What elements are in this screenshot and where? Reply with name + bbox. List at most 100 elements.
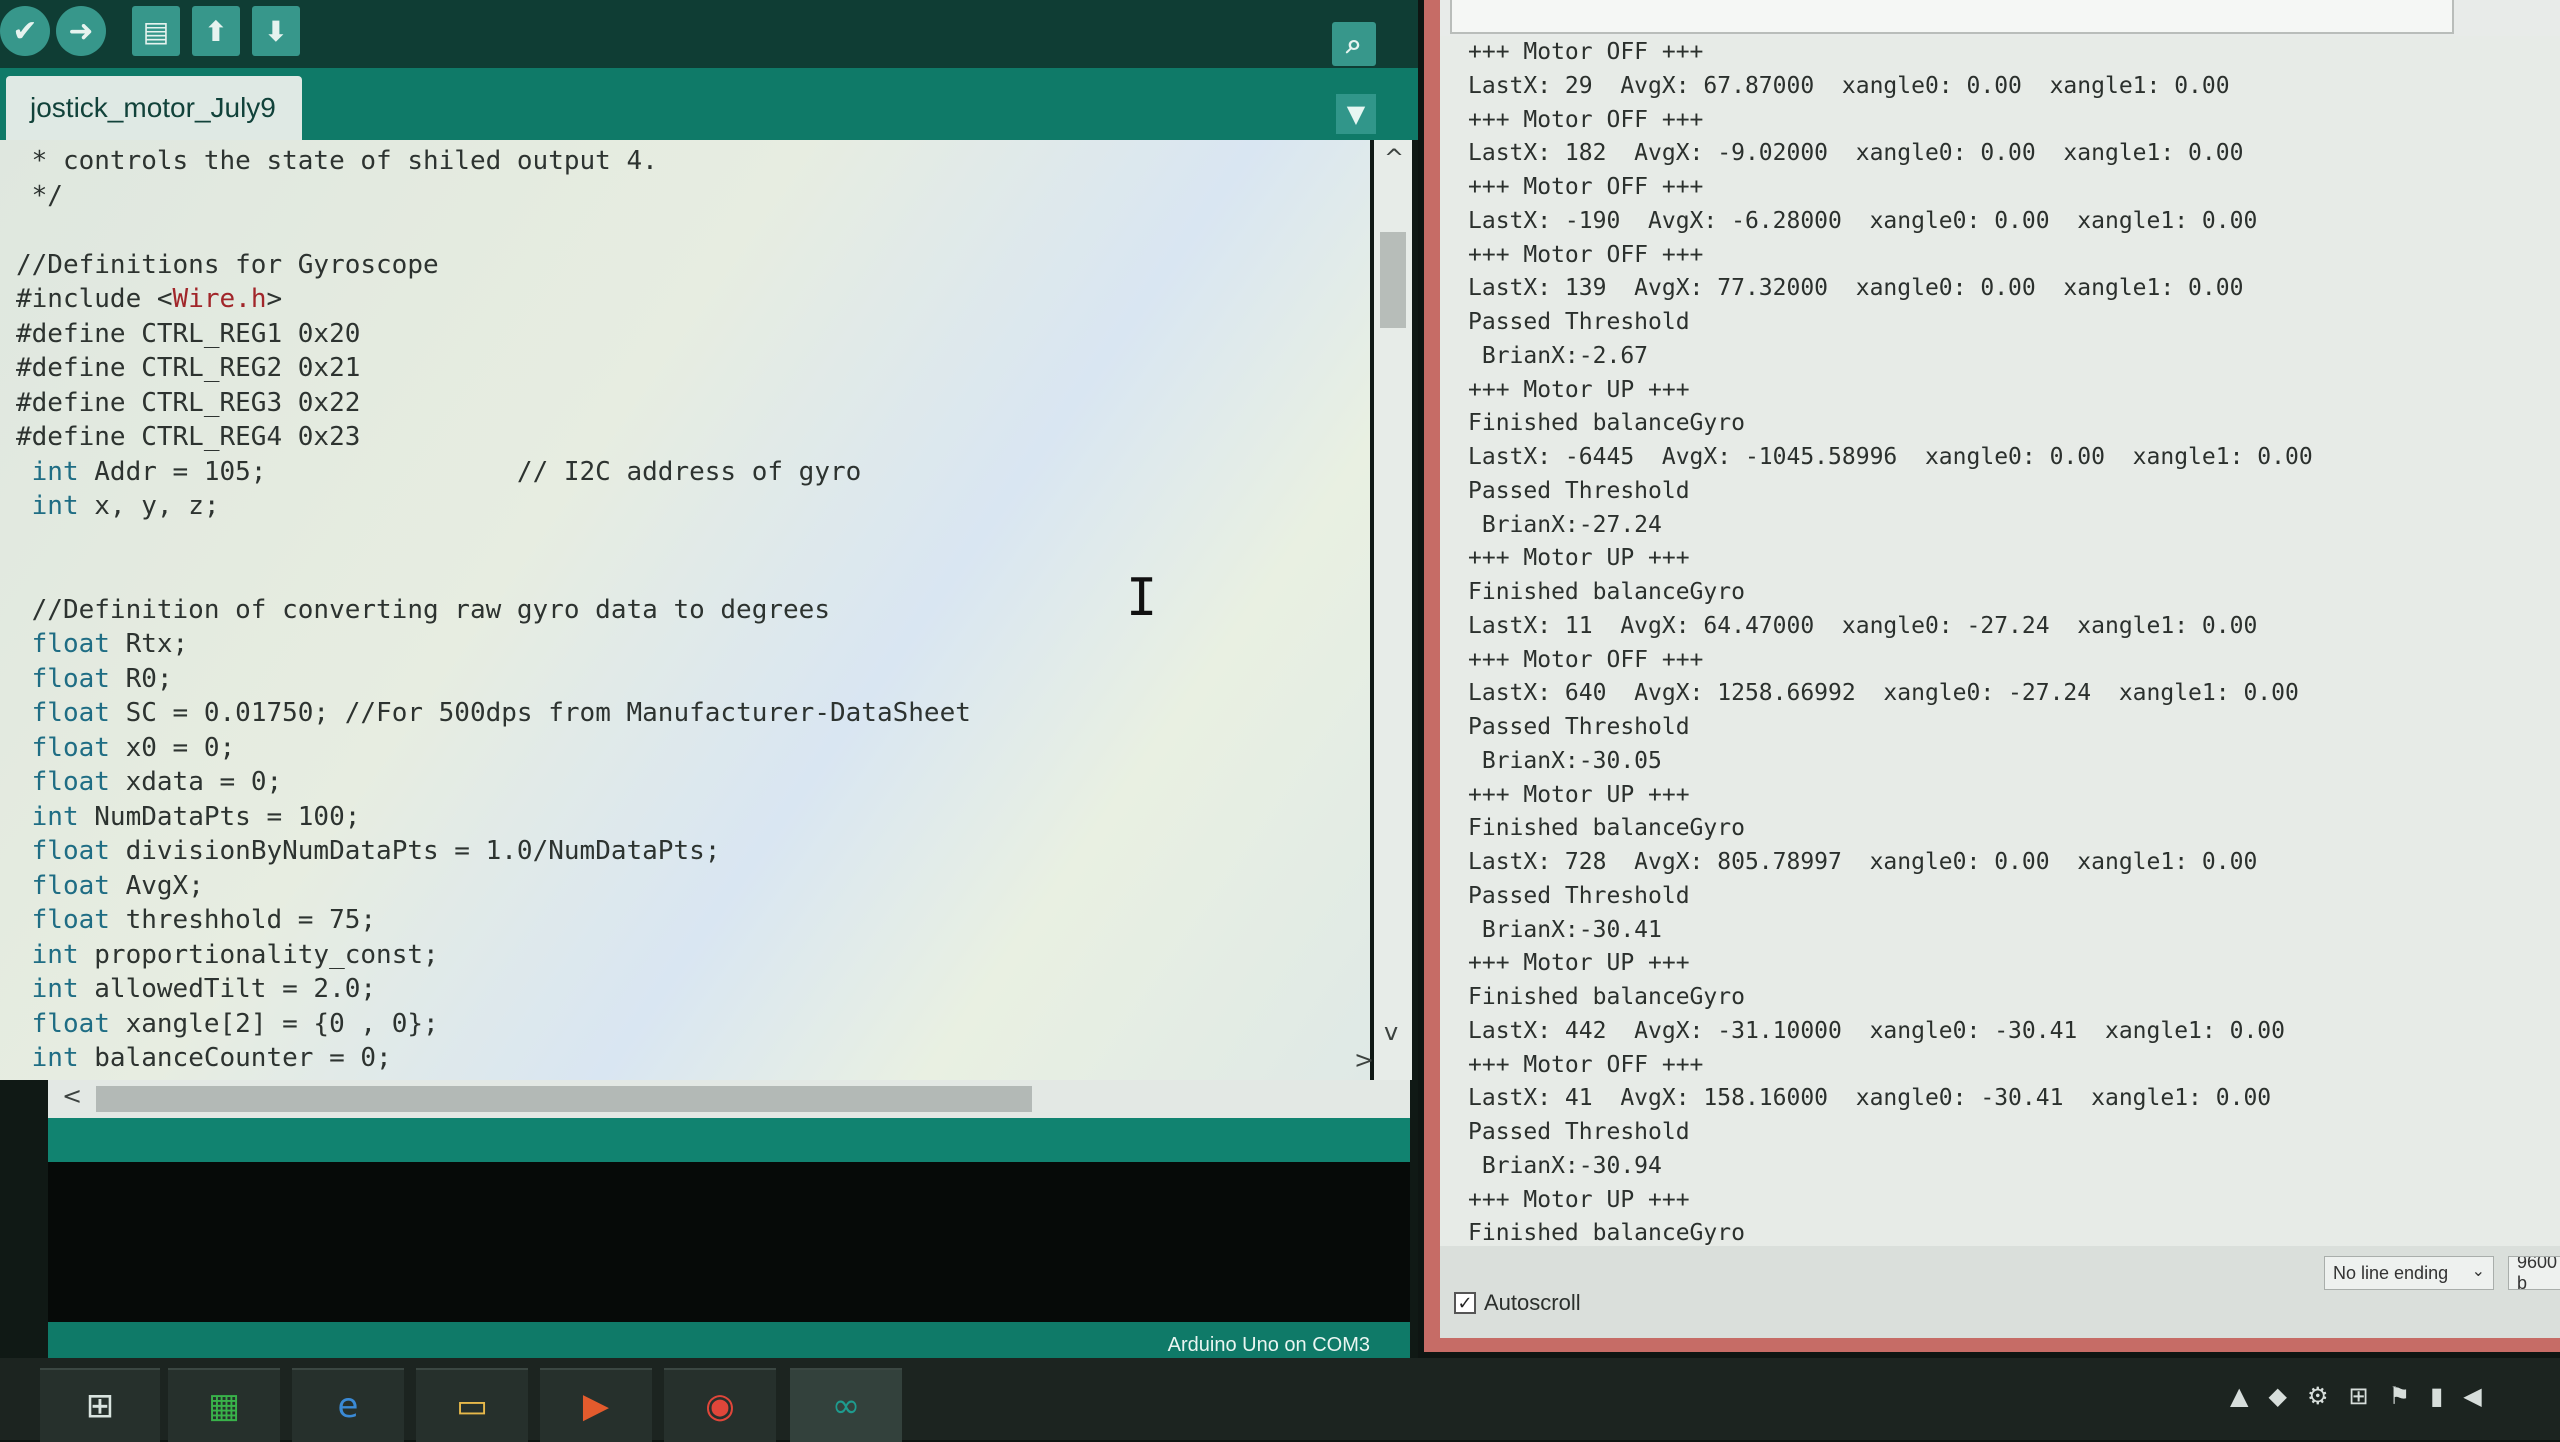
code-line: #define CTRL_REG1 0x20	[16, 318, 361, 349]
message-bar	[48, 1118, 1410, 1162]
serial-line: +++ Motor UP +++	[1468, 781, 1690, 808]
serial-line: +++ Motor OFF +++	[1468, 241, 1704, 268]
windows-taskbar: ⊞ ▦ e ▭ ▶ ◉ ∞ ▲ ◆ ⚙ ⊞ ⚑ ▮ ◀	[0, 1358, 2560, 1442]
serial-line: +++ Motor OFF +++	[1468, 174, 1704, 200]
start-button-icon[interactable]: ⊞	[40, 1368, 160, 1442]
serial-monitor-icon[interactable]: ⌕	[1332, 22, 1376, 66]
chevron-down-icon: ⌄	[2471, 1261, 2485, 1280]
serial-line: BrianX:-30.94	[1468, 1152, 1662, 1179]
scroll-right-arrow-icon[interactable]: >	[1354, 1046, 1374, 1074]
tray-volume-icon[interactable]: ◀	[2463, 1382, 2481, 1410]
serial-line: Passed Threshold	[1468, 309, 1690, 335]
serial-line: Finished balanceGyro	[1468, 984, 1745, 1010]
code-line: float divisionByNumDataPts = 1.0/NumData…	[31, 836, 721, 866]
serial-line: +++ Motor UP +++	[1468, 1186, 1690, 1213]
serial-line: Passed Threshold	[1468, 714, 1690, 740]
baud-rate-select[interactable]: 9600 b	[2508, 1256, 2560, 1290]
serial-line: LastX: 29 AvgX: 67.87000 xangle0: 0.00 x…	[1468, 72, 2230, 99]
tray-drive-icon[interactable]: ◆	[2268, 1382, 2286, 1410]
open-file-icon[interactable]: ⬆	[192, 6, 240, 56]
serial-line: +++ Motor OFF +++	[1468, 106, 1704, 133]
serial-line: LastX: 182 AvgX: -9.02000 xangle0: 0.00 …	[1468, 140, 2244, 167]
taskbar-app-browser-icon[interactable]: e	[292, 1368, 404, 1442]
autoscroll-checkbox[interactable]: ✓	[1454, 1292, 1476, 1314]
serial-line: +++ Motor OFF +++	[1468, 1051, 1704, 1078]
code-line: */	[16, 180, 63, 211]
serial-line: +++ Motor UP +++	[1468, 950, 1690, 977]
taskbar-app-media-icon[interactable]: ▶	[540, 1368, 652, 1442]
tray-settings-icon[interactable]: ⚙	[2307, 1382, 2329, 1410]
tab-menu-chevron-down-icon[interactable]: ▼	[1336, 94, 1376, 134]
code-line: int allowedTilt = 2.0;	[31, 974, 377, 1004]
serial-line: +++ Motor UP +++	[1468, 545, 1690, 572]
save-file-icon[interactable]: ⬇	[252, 6, 300, 56]
code-line: float AvgX;	[31, 870, 204, 901]
tray-expand-icon[interactable]: ▲	[2230, 1382, 2248, 1410]
serial-line: BrianX:-30.41	[1468, 916, 1662, 943]
serial-line: LastX: -190 AvgX: -6.28000 xangle0: 0.00…	[1468, 207, 2258, 234]
code-line: #define CTRL_REG3 0x22	[16, 387, 361, 418]
scroll-down-arrow-icon[interactable]: v	[1384, 1018, 1398, 1046]
code-line: float x0 = 0;	[31, 732, 236, 763]
serial-line: BrianX:-30.05	[1468, 747, 1662, 774]
code-line: #include <Wire.h>	[16, 284, 283, 314]
code-line: int Addr = 105; // I2C address of gyro	[31, 456, 862, 487]
serial-line: Passed Threshold	[1468, 477, 1690, 504]
serial-monitor-window: +++ Motor OFF +++ LastX: 29 AvgX: 67.8700…	[1424, 0, 2560, 1352]
new-file-icon[interactable]: ▤	[132, 6, 180, 56]
ide-toolbar: ✔ ➜ ▤ ⬆ ⬇ ⌕	[0, 0, 1418, 68]
horizontal-scroll-thumb[interactable]	[96, 1086, 1032, 1112]
serial-line: Passed Threshold	[1468, 1119, 1690, 1145]
code-editor[interactable]: * controls the state of shiled output 4.…	[0, 140, 1370, 1080]
vertical-scroll-thumb[interactable]	[1380, 232, 1406, 328]
serial-line: +++ Motor OFF +++	[1468, 646, 1704, 673]
serial-line: Finished balanceGyro	[1468, 579, 1745, 605]
arduino-ide-window: ✔ ➜ ▤ ⬆ ⬇ ⌕ jostick_motor_July9 ▼ * cont…	[0, 0, 1418, 1380]
serial-bottom-bar: ✓ Autoscroll No line ending ⌄ 9600 b	[1440, 1246, 2560, 1338]
upload-button[interactable]: ➜	[56, 6, 106, 56]
system-tray: ▲ ◆ ⚙ ⊞ ⚑ ▮ ◀	[2230, 1382, 2482, 1410]
tray-network-icon[interactable]: ▮	[2430, 1382, 2443, 1410]
text-cursor-ibeam-icon: I	[1126, 568, 1158, 628]
tray-flag-icon[interactable]: ⚑	[2389, 1382, 2411, 1410]
serial-line: Finished balanceGyro	[1468, 1220, 1745, 1246]
code-line: float xangle[2] = {0 , 0};	[31, 1008, 439, 1039]
output-console	[48, 1162, 1410, 1322]
scroll-up-arrow-icon[interactable]: ^	[1384, 144, 1404, 172]
code-line: float Rtx;	[31, 629, 189, 659]
serial-lines: +++ Motor OFF +++ LastX: 29 AvgX: 67.8700…	[1468, 36, 2313, 1246]
serial-line: BrianX:-27.24	[1468, 511, 1662, 538]
code-line: int x, y, z;	[31, 491, 220, 521]
serial-line: LastX: -6445 AvgX: -1045.58996 xangle0: …	[1468, 444, 2313, 470]
code-line: float SC = 0.01750; //For 500dps from Ma…	[31, 698, 971, 728]
line-ending-value: No line ending	[2333, 1262, 2449, 1283]
taskbar-app-explorer-icon[interactable]: ▭	[416, 1368, 528, 1442]
verify-button[interactable]: ✔	[0, 6, 50, 56]
line-ending-select[interactable]: No line ending ⌄	[2324, 1256, 2494, 1290]
serial-input-bar	[1440, 0, 2560, 36]
tray-windows-icon[interactable]: ⊞	[2348, 1382, 2368, 1410]
code-line: int proportionality_const;	[31, 939, 439, 970]
taskbar-app-spreadsheet-icon[interactable]: ▦	[168, 1368, 280, 1442]
code-lines: * controls the state of shiled output 4.…	[16, 144, 971, 1076]
serial-line: Finished balanceGyro	[1468, 815, 1745, 842]
code-line: float xdata = 0;	[31, 767, 283, 797]
code-line: float R0;	[31, 663, 173, 694]
taskbar-app-arduino-icon[interactable]: ∞	[790, 1368, 902, 1442]
scroll-left-arrow-icon[interactable]: <	[62, 1082, 82, 1110]
serial-line: LastX: 139 AvgX: 77.32000 xangle0: 0.00 …	[1468, 275, 2244, 302]
taskbar-app-chrome-icon[interactable]: ◉	[664, 1368, 776, 1442]
serial-line: Passed Threshold	[1468, 882, 1690, 909]
vertical-scrollbar[interactable]: ^ v	[1374, 140, 1412, 1080]
serial-send-input[interactable]	[1450, 0, 2454, 34]
board-port-label: Arduino Uno on COM3	[1167, 1334, 1370, 1356]
serial-output-area[interactable]: +++ Motor OFF +++ LastX: 29 AvgX: 67.8700…	[1440, 36, 2560, 1246]
tab-sketch[interactable]: jostick_motor_July9	[6, 76, 302, 140]
serial-line: Finished balanceGyro	[1468, 410, 1745, 437]
serial-line: LastX: 11 AvgX: 64.47000 xangle0: -27.24…	[1468, 612, 2258, 639]
horizontal-scrollbar[interactable]: < >	[48, 1046, 1410, 1118]
autoscroll-label: Autoscroll	[1484, 1290, 1581, 1315]
